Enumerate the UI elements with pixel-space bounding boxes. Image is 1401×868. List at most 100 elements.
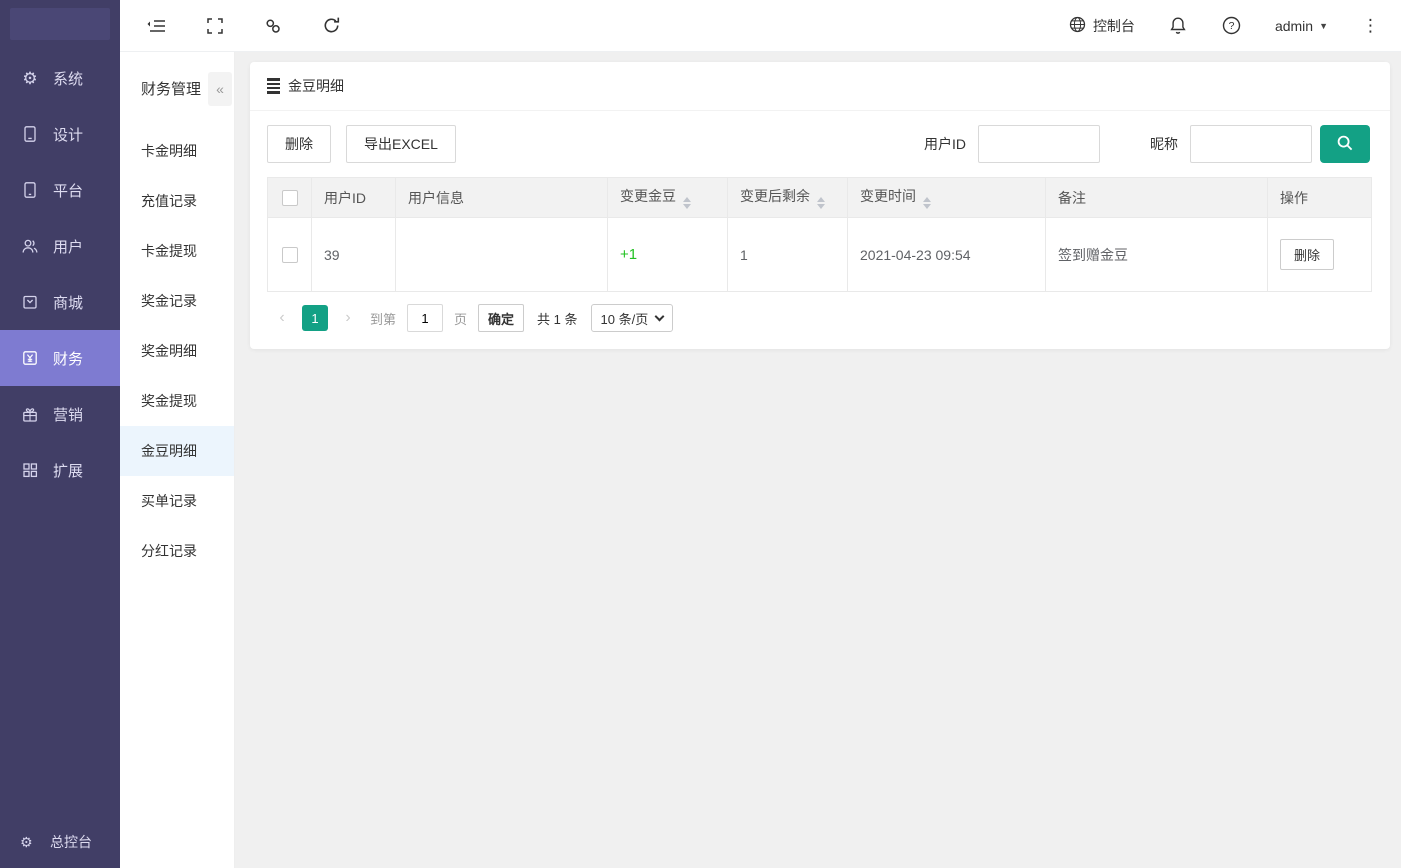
sidebar-item-finance[interactable]: 财务 xyxy=(0,330,120,386)
col-actions: 操作 xyxy=(1268,178,1372,218)
export-excel-button[interactable]: 导出EXCEL xyxy=(346,125,456,163)
goto-confirm-button[interactable]: 确定 xyxy=(478,304,524,332)
col-balance-after[interactable]: 变更后剩余 xyxy=(728,178,848,218)
cell-change-time: 2021-04-23 09:54 xyxy=(848,218,1046,292)
sidebar-item-label: 总控台 xyxy=(50,832,92,852)
col-change-time[interactable]: 变更时间 xyxy=(848,178,1046,218)
console-button[interactable]: 控制台 xyxy=(1069,16,1135,36)
users-icon xyxy=(20,236,40,256)
sidebar-item-platform[interactable]: 平台 xyxy=(0,162,120,218)
user-id-input[interactable] xyxy=(978,125,1100,163)
console-label: 控制台 xyxy=(1093,16,1135,36)
kebab-menu-icon[interactable]: ⋮ xyxy=(1360,16,1381,36)
gold-bean-detail-card: 金豆明细 删除 导出EXCEL 用户ID 昵称 xyxy=(250,62,1390,349)
yuan-square-icon xyxy=(20,348,40,368)
sub-sidebar: 财务管理 « 卡金明细 充值记录 卡金提现 奖金记录 奖金明细 奖金提现 金豆明… xyxy=(120,52,235,868)
refresh-icon[interactable] xyxy=(320,15,342,37)
goto-suffix-label: 页 xyxy=(454,309,467,328)
device-icon xyxy=(20,180,40,200)
gift-icon xyxy=(20,404,40,424)
sidebar-item-label: 用户 xyxy=(53,236,83,257)
collapse-sidebar-button[interactable]: « xyxy=(208,72,232,106)
mall-icon xyxy=(20,292,40,312)
link-icon[interactable] xyxy=(262,15,284,37)
sort-icon[interactable] xyxy=(683,197,691,209)
subnav-item-bonus-withdraw[interactable]: 奖金提现 xyxy=(120,376,234,426)
primary-sidebar: ⚙ 系统 设计 平台 用户 xyxy=(0,0,120,868)
pagination: ‹ 1 › 到第 页 确定 共 1 条 10 条/页 xyxy=(250,292,1390,349)
subnav-item-card-gold-withdraw[interactable]: 卡金提现 xyxy=(120,226,234,276)
sidebar-item-label: 系统 xyxy=(53,68,83,89)
sidebar-item-master-console[interactable]: ⚙ 总控台 xyxy=(0,816,120,868)
delete-button[interactable]: 删除 xyxy=(267,125,331,163)
gold-bean-table: 用户ID 用户信息 变更金豆 变更后剩余 变更时间 备注 操作 xyxy=(267,177,1372,292)
select-all-checkbox[interactable] xyxy=(282,190,298,206)
help-icon[interactable]: ? xyxy=(1221,15,1243,37)
gear-icon: ⚙ xyxy=(20,68,40,88)
admin-menu[interactable]: admin ▼ xyxy=(1275,18,1328,34)
subnav-item-order-record[interactable]: 买单记录 xyxy=(120,476,234,526)
col-user-info: 用户信息 xyxy=(396,178,608,218)
topbar: 控制台 ? admin ▼ ⋮ xyxy=(120,0,1401,52)
sidebar-item-system[interactable]: ⚙ 系统 xyxy=(0,50,120,106)
sidebar-item-users[interactable]: 用户 xyxy=(0,218,120,274)
search-icon xyxy=(1335,133,1355,156)
next-page-button[interactable]: › xyxy=(337,305,359,331)
sub-nav: 卡金明细 充值记录 卡金提现 奖金记录 奖金明细 奖金提现 金豆明细 买单记录 … xyxy=(120,126,234,576)
gear-filled-icon: ⚙ xyxy=(20,834,38,851)
sidebar-item-extension[interactable]: 扩展 xyxy=(0,442,120,498)
user-id-label: 用户ID xyxy=(924,134,966,154)
app-window: ⚙ 系统 设计 平台 用户 xyxy=(0,0,1401,868)
subnav-item-bonus-record[interactable]: 奖金记录 xyxy=(120,276,234,326)
content-area: 金豆明细 删除 导出EXCEL 用户ID 昵称 xyxy=(235,52,1401,868)
subnav-item-gold-bean-detail[interactable]: 金豆明细 xyxy=(120,426,234,476)
bell-icon[interactable] xyxy=(1167,15,1189,37)
goto-page-input[interactable] xyxy=(407,304,443,332)
sort-icon[interactable] xyxy=(923,197,931,209)
prev-page-button[interactable]: ‹ xyxy=(271,305,293,331)
row-delete-button[interactable]: 删除 xyxy=(1280,239,1334,270)
menu-fold-icon[interactable] xyxy=(146,15,168,37)
cell-user-info xyxy=(396,218,608,292)
page-size-select[interactable]: 10 条/页 xyxy=(591,304,674,332)
col-change-amount[interactable]: 变更金豆 xyxy=(608,178,728,218)
sidebar-item-label: 营销 xyxy=(53,404,83,425)
primary-nav: ⚙ 系统 设计 平台 用户 xyxy=(0,50,120,498)
sidebar-item-marketing[interactable]: 营销 xyxy=(0,386,120,442)
subnav-item-recharge-record[interactable]: 充值记录 xyxy=(120,176,234,226)
sidebar-item-label: 商城 xyxy=(53,292,83,313)
grid-icon xyxy=(20,460,40,480)
logo xyxy=(10,8,110,40)
sort-icon[interactable] xyxy=(817,197,825,209)
row-checkbox[interactable] xyxy=(282,247,298,263)
subnav-item-bonus-detail[interactable]: 奖金明细 xyxy=(120,326,234,376)
col-remark: 备注 xyxy=(1046,178,1268,218)
fullscreen-icon[interactable] xyxy=(204,15,226,37)
table-container: 用户ID 用户信息 变更金豆 变更后剩余 变更时间 备注 操作 xyxy=(250,173,1390,292)
sidebar-item-design[interactable]: 设计 xyxy=(0,106,120,162)
sidebar-item-mall[interactable]: 商城 xyxy=(0,274,120,330)
sidebar-item-label: 设计 xyxy=(53,124,83,145)
table-row: 39 +1 1 2021-04-23 09:54 签到赠金豆 删除 xyxy=(268,218,1372,292)
nickname-input[interactable] xyxy=(1190,125,1312,163)
admin-label: admin xyxy=(1275,18,1313,34)
svg-text:?: ? xyxy=(1229,20,1235,32)
tablet-icon xyxy=(20,124,40,144)
table-header-row: 用户ID 用户信息 变更金豆 变更后剩余 变更时间 备注 操作 xyxy=(268,178,1372,218)
cell-change-amount: +1 xyxy=(608,218,728,292)
search-button[interactable] xyxy=(1320,125,1370,163)
sidebar-item-label: 扩展 xyxy=(53,460,83,481)
card-header: 金豆明细 xyxy=(250,62,1390,111)
nickname-label: 昵称 xyxy=(1150,134,1178,154)
subnav-item-dividend-record[interactable]: 分红记录 xyxy=(120,526,234,576)
cell-remark: 签到赠金豆 xyxy=(1046,218,1268,292)
page-size-label: 10 条/页 xyxy=(601,309,649,328)
subnav-item-card-gold-detail[interactable]: 卡金明细 xyxy=(120,126,234,176)
chevron-down-icon: ▼ xyxy=(1319,21,1328,31)
goto-prefix-label: 到第 xyxy=(370,309,396,328)
page-title: 金豆明细 xyxy=(288,76,344,96)
current-page-button[interactable]: 1 xyxy=(302,305,328,331)
cell-user-id: 39 xyxy=(312,218,396,292)
list-icon xyxy=(267,78,280,94)
toolbar: 删除 导出EXCEL 用户ID 昵称 xyxy=(250,111,1390,173)
